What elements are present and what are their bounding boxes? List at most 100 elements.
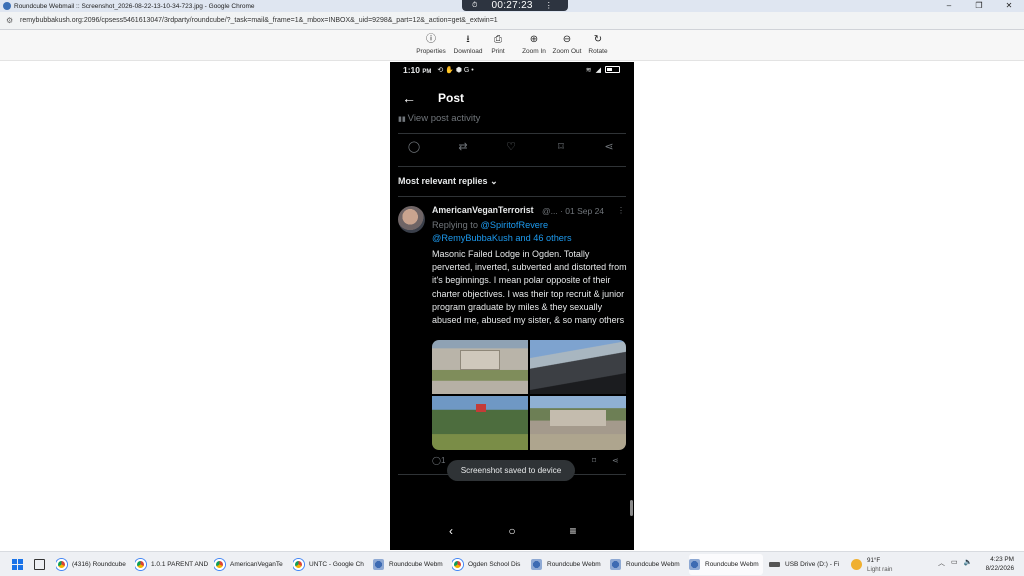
- replies-sort-dropdown[interactable]: Most relevant replies ⌄: [398, 176, 498, 187]
- roundcube-icon: [531, 559, 542, 570]
- replies-sort-label: Most relevant replies: [398, 176, 488, 186]
- more-options-icon[interactable]: ⋮: [617, 206, 625, 215]
- nav-recents-icon[interactable]: ≡: [565, 524, 581, 538]
- print-label: Print: [491, 48, 505, 55]
- taskbar-item[interactable]: AmericanVeganTe: [214, 554, 288, 575]
- mention-link[interactable]: @RemyBubbaKush and 46 others: [432, 233, 572, 243]
- taskbar-item[interactable]: Roundcube Webm: [610, 554, 684, 575]
- chrome-icon: [452, 559, 463, 570]
- clock-date: 8/22/2026: [985, 565, 1014, 572]
- mention-link[interactable]: @SpiritofRevere: [481, 220, 549, 230]
- roundcube-icon: [689, 559, 700, 570]
- clock-time: 4:23 PM: [990, 556, 1014, 563]
- taskbar-item-label: Roundcube Webm: [547, 561, 601, 568]
- phone-status-bar: 1:10 PM ⟲ ✋ ⬢ G • ≋ ◢: [390, 62, 634, 78]
- signal-icon: ◢: [595, 67, 601, 74]
- rotate-label: Rotate: [588, 48, 608, 55]
- roundcube-icon: [373, 559, 384, 570]
- recording-time: 00:27:23: [491, 0, 533, 11]
- taskbar-item-label: Roundcube Webm: [705, 561, 759, 568]
- view-post-activity-link[interactable]: ▮▮ View post activity: [398, 113, 480, 124]
- rotate-icon: ↻: [593, 34, 603, 45]
- image-viewer-toolbar: ⓘ Properties ⭳ Download ⎙ Print ⊕ Zoom I…: [0, 30, 1024, 61]
- divider: [398, 133, 626, 134]
- reply-media-grid: [432, 340, 626, 450]
- taskbar-item-label: Roundcube Webm: [389, 561, 443, 568]
- taskbar-item[interactable]: Roundcube Webm: [373, 554, 447, 575]
- taskbar-item[interactable]: 1.0.1 PARENT AND: [135, 554, 209, 575]
- weather-temp: 91°F: [867, 557, 881, 564]
- share-icon[interactable]: ⋖: [599, 140, 619, 153]
- url-text[interactable]: remybubbakush.org:2096/cpsess5461613047/…: [20, 17, 498, 24]
- taskbar-item[interactable]: Roundcube Webm: [531, 554, 605, 575]
- reply-comment-icon[interactable]: ◯1: [432, 456, 445, 465]
- reply-author[interactable]: AmericanVeganTerrorist: [432, 205, 534, 215]
- back-arrow-icon[interactable]: ←: [402, 90, 416, 106]
- comment-icon[interactable]: ◯: [404, 140, 424, 153]
- reply-count: 1: [440, 456, 446, 465]
- status-time-value: 1:10: [403, 65, 421, 75]
- display-icon[interactable]: ▭: [951, 558, 958, 568]
- media-image[interactable]: [432, 340, 528, 394]
- like-icon[interactable]: ♡: [501, 140, 521, 153]
- taskbar-item[interactable]: UNTC - Google Ch: [293, 554, 367, 575]
- recording-more-icon[interactable]: ⋮: [545, 1, 553, 10]
- bookmark-icon[interactable]: ⌑: [551, 140, 571, 153]
- media-image[interactable]: [530, 340, 626, 394]
- media-image[interactable]: [432, 396, 528, 450]
- phone-screenshot: 1:10 PM ⟲ ✋ ⬢ G • ≋ ◢ ← Post ▮▮ View pos…: [390, 62, 634, 550]
- scrollbar[interactable]: [630, 500, 633, 516]
- chevron-up-icon[interactable]: ︿: [938, 558, 945, 568]
- lodge-sign: [460, 350, 500, 370]
- retweet-icon[interactable]: ⇄: [453, 140, 473, 153]
- print-button[interactable]: ⎙ Print: [478, 33, 518, 55]
- task-view-icon[interactable]: [34, 559, 45, 570]
- status-time: 1:10 PM: [403, 65, 431, 75]
- post-title: Post: [438, 91, 465, 105]
- status-right-icons: ≋ ◢: [586, 66, 620, 74]
- chevron-down-icon: ⌄: [490, 176, 498, 186]
- android-nav-bar: ‹ ○ ≡: [390, 524, 634, 544]
- taskbar-item-label: Ogden School Dis: [468, 561, 521, 568]
- site-info-icon[interactable]: ⚙: [6, 16, 14, 25]
- avatar[interactable]: [398, 206, 425, 233]
- reply-share-icon[interactable]: ⋖: [612, 456, 619, 465]
- weather-desc: Light rain: [867, 566, 893, 573]
- divider: [398, 196, 626, 197]
- taskbar-item-label: Roundcube Webm: [626, 561, 680, 568]
- close-window-button[interactable]: ✕: [994, 0, 1024, 12]
- replying-to: Replying to @SpiritofRevere @RemyBubbaKu…: [432, 219, 622, 245]
- weather-widget[interactable]: 91°F Light rain: [851, 555, 911, 575]
- taskbar-item[interactable]: Ogden School Dis: [452, 554, 526, 575]
- taskbar-item[interactable]: (4316) Roundcube: [56, 554, 130, 575]
- stop-recording-icon[interactable]: ⏱: [472, 2, 477, 10]
- taskbar-item[interactable]: USB Drive (D:) - Fi: [769, 554, 843, 575]
- windows-start-icon[interactable]: [12, 559, 23, 570]
- weather-icon: [851, 559, 862, 570]
- nav-back-icon[interactable]: ‹: [443, 524, 459, 538]
- media-image[interactable]: [530, 396, 626, 450]
- roundcube-icon: [610, 559, 621, 570]
- recording-indicator[interactable]: ⏱ 00:27:23 ⋮: [462, 0, 568, 11]
- nav-home-icon[interactable]: ○: [504, 524, 520, 538]
- address-bar[interactable]: ⚙ remybubbakush.org:2096/cpsess546161304…: [0, 12, 1024, 30]
- divider: [398, 474, 626, 475]
- usb-drive-icon: [769, 562, 780, 567]
- minimize-button[interactable]: –: [934, 0, 964, 12]
- roundcube-favicon-icon: [3, 2, 11, 10]
- toast-message: Screenshot saved to device: [447, 460, 575, 481]
- taskbar-item-active[interactable]: Roundcube Webm: [689, 554, 763, 575]
- maximize-button[interactable]: ❐: [964, 0, 994, 12]
- rotate-button[interactable]: ↻ Rotate: [578, 33, 618, 55]
- window-title: Roundcube Webmail :: Screenshot_2026-08-…: [14, 2, 255, 10]
- status-notification-icons: ⟲ ✋ ⬢ G •: [437, 67, 474, 74]
- clock[interactable]: 4:23 PM 8/22/2026: [986, 555, 1014, 573]
- battery-icon: [605, 66, 620, 73]
- reply-bookmark-icon[interactable]: ⌑: [592, 456, 596, 465]
- taskbar-item-label: USB Drive (D:) - Fi: [785, 561, 840, 568]
- window-controls: – ❐ ✕: [934, 0, 1024, 12]
- properties-button[interactable]: ⓘ Properties: [411, 33, 451, 55]
- replying-prefix: Replying to: [432, 220, 478, 230]
- volume-icon[interactable]: 🔈: [964, 558, 973, 568]
- taskbar-item-label: AmericanVeganTe: [230, 561, 283, 568]
